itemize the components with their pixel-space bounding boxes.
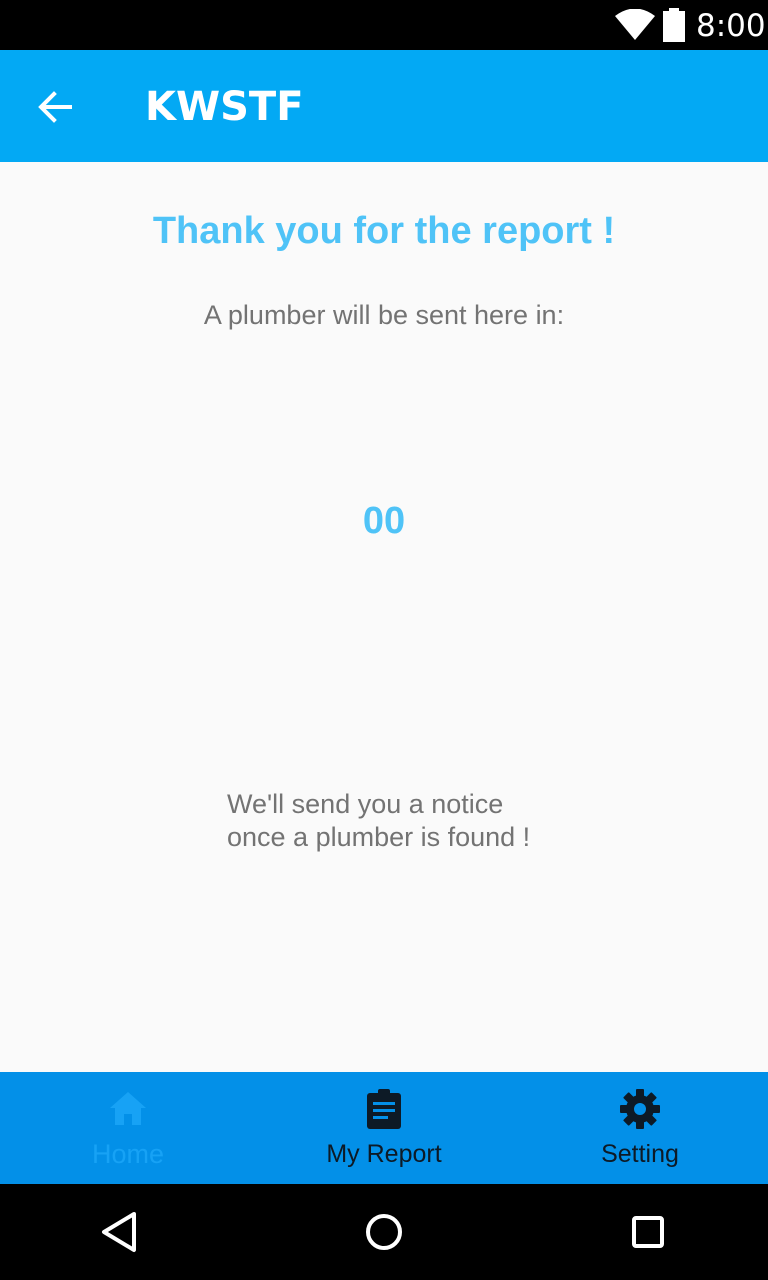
plumber-eta-label: A plumber will be sent here in: — [203, 300, 565, 330]
notice-message: We'll send you a notice once a plumber i… — [227, 788, 530, 854]
nav-item-home[interactable]: Home — [0, 1072, 256, 1184]
thank-you-heading: Thank you for the report ! — [152, 210, 616, 252]
back-triangle-icon[interactable] — [96, 1208, 144, 1256]
screen: 8:00 KWSTF Thank you for the report ! A … — [0, 0, 768, 1280]
nav-label-my-report: My Report — [326, 1140, 442, 1168]
status-time: 8:00 — [696, 8, 766, 44]
app-bar: KWSTF — [0, 50, 768, 162]
nav-item-my-report[interactable]: My Report — [256, 1072, 512, 1184]
home-icon — [110, 1092, 146, 1125]
report-confirmation: Thank you for the report ! A plumber wil… — [0, 162, 768, 1072]
countdown-value: 00 — [362, 500, 406, 542]
system-nav-bar — [0, 1184, 768, 1280]
status-bar: 8:00 — [0, 0, 768, 50]
battery-icon — [663, 8, 685, 42]
nav-label-setting: Setting — [601, 1140, 679, 1168]
nav-label-home: Home — [91, 1139, 165, 1169]
gear-icon — [620, 1089, 660, 1129]
bottom-nav: Home My Report Setting — [0, 1072, 768, 1184]
notice-line-1: We'll send you a notice — [227, 789, 504, 819]
recents-square-icon[interactable] — [624, 1208, 672, 1256]
arrow-back-icon[interactable] — [30, 82, 80, 132]
home-circle-icon[interactable] — [360, 1208, 408, 1256]
app-title: KWSTF — [145, 84, 304, 130]
notice-line-2: once a plumber is found ! — [227, 822, 531, 852]
clipboard-icon — [367, 1089, 401, 1129]
nav-item-setting[interactable]: Setting — [512, 1072, 768, 1184]
wifi-icon — [615, 9, 655, 40]
